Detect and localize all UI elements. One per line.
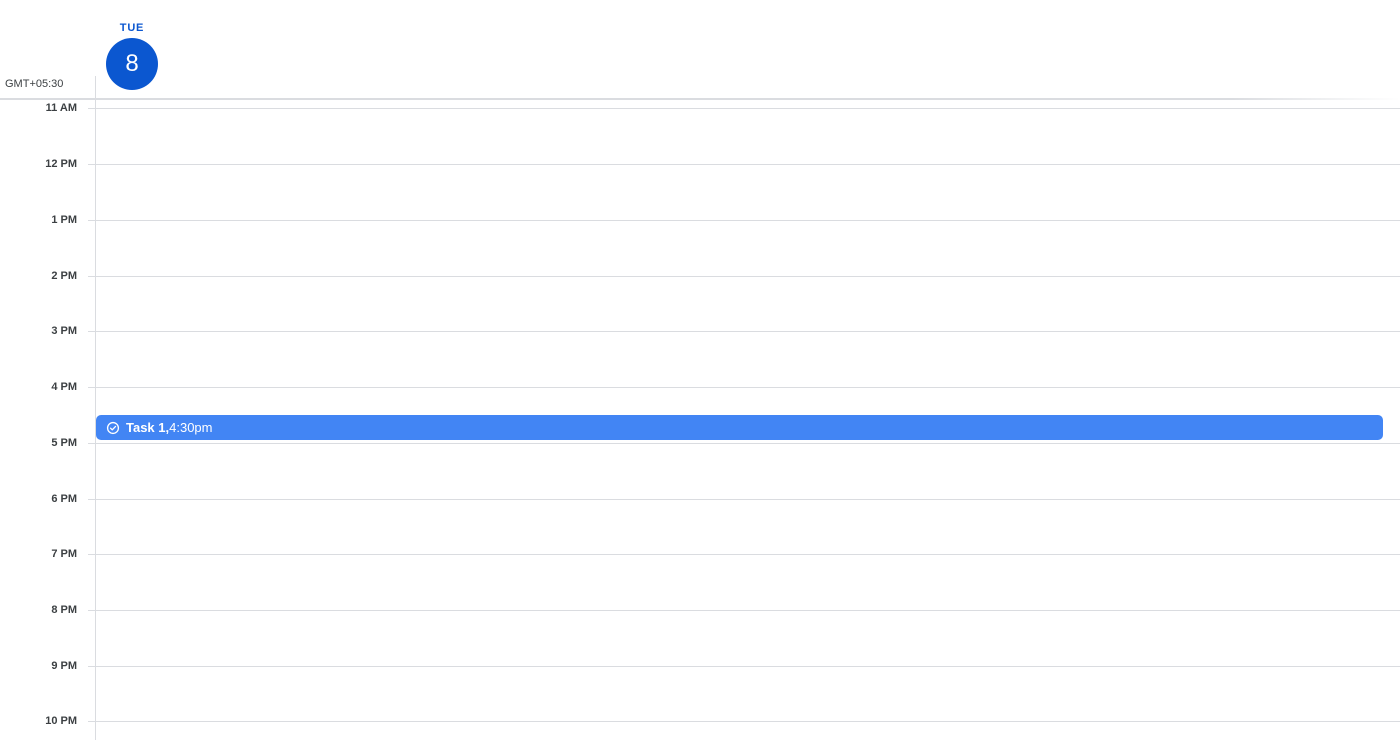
hour-line <box>88 610 1400 611</box>
hour-label: 9 PM <box>51 660 77 672</box>
hour-label: 10 PM <box>45 715 77 727</box>
hour-line <box>88 499 1400 500</box>
hour-label: 12 PM <box>45 158 77 170</box>
hour-row[interactable]: 11 AM <box>0 102 1400 164</box>
hour-label: 2 PM <box>51 270 77 282</box>
task-event-chip[interactable]: Task 1, 4:30pm <box>96 415 1383 440</box>
hour-row[interactable]: 10 PM <box>0 715 1400 740</box>
hour-line <box>88 276 1400 277</box>
event-time: 4:30pm <box>169 420 213 435</box>
hour-label: 7 PM <box>51 548 77 560</box>
task-check-circle-icon <box>106 421 120 434</box>
hour-line <box>88 164 1400 165</box>
hour-label: 6 PM <box>51 493 77 505</box>
hour-row[interactable]: 12 PM <box>0 158 1400 220</box>
hour-row[interactable]: 1 PM <box>0 214 1400 276</box>
hour-label: 4 PM <box>51 381 77 393</box>
hour-row[interactable]: 9 PM <box>0 660 1400 722</box>
day-name: TUE <box>119 22 145 34</box>
hour-line <box>88 721 1400 722</box>
day-number-button[interactable]: 8 <box>106 38 158 90</box>
timezone-label: GMT+05:30 <box>5 78 64 90</box>
hour-row[interactable]: 6 PM <box>0 493 1400 555</box>
hour-label: 8 PM <box>51 604 77 616</box>
hour-row[interactable]: 8 PM <box>0 604 1400 666</box>
hour-line <box>88 387 1400 388</box>
hour-label: 5 PM <box>51 437 77 449</box>
hour-line <box>88 220 1400 221</box>
hour-label: 1 PM <box>51 214 77 226</box>
header-divider-vertical <box>95 76 96 100</box>
hour-row[interactable]: 5 PM <box>0 437 1400 499</box>
hour-line <box>88 443 1400 444</box>
calendar-day-view: TUE 8 GMT+05:30 11 AM 12 PM 1 PM 2 PM 3 … <box>0 0 1400 740</box>
hour-label: 3 PM <box>51 325 77 337</box>
hour-line <box>88 554 1400 555</box>
hour-row[interactable]: 3 PM <box>0 325 1400 387</box>
hour-label: 11 AM <box>45 102 77 114</box>
hour-line <box>88 666 1400 667</box>
hour-row[interactable]: 2 PM <box>0 270 1400 332</box>
hour-row[interactable]: 7 PM <box>0 548 1400 610</box>
hour-line <box>88 331 1400 332</box>
event-title: Task 1, <box>126 420 170 435</box>
hour-line <box>88 108 1400 109</box>
day-header[interactable]: TUE 8 <box>104 20 160 90</box>
